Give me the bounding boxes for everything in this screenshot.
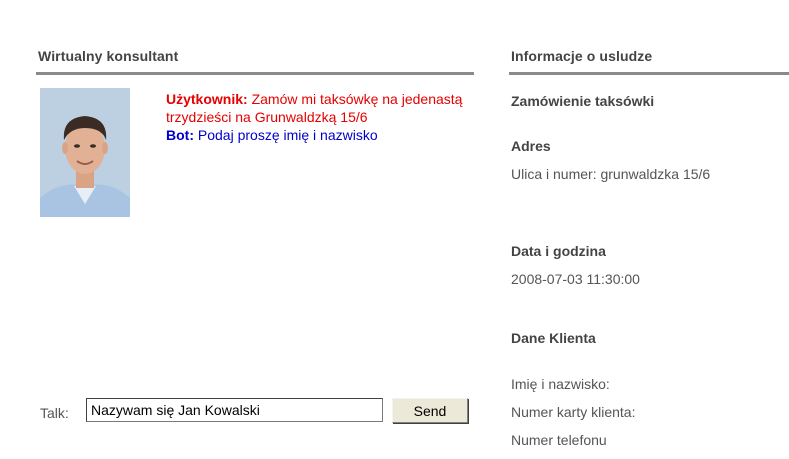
chat-bot-label: Bot: — [166, 127, 194, 143]
street-value: Ulica i numer: grunwaldzka 15/6 — [511, 166, 711, 182]
service-panel-title: Informacje o usludze — [511, 48, 653, 64]
talk-input[interactable] — [86, 398, 383, 422]
client-phone-field: Numer telefonu — [511, 432, 607, 448]
service-panel-divider — [509, 72, 789, 75]
datetime-heading: Data i godzina — [511, 243, 606, 259]
chat-log: Użytkownik: Zamów mi taksówkę na jedenas… — [166, 90, 476, 144]
consultant-avatar — [40, 88, 130, 217]
consultant-panel-title: Wirtualny konsultant — [38, 48, 179, 64]
chat-bot-text: Podaj proszę imię i nazwisko — [197, 127, 378, 143]
send-button[interactable]: Send — [392, 398, 468, 423]
client-name-field: Imię i nazwisko: — [511, 376, 610, 392]
chat-message-user: Użytkownik: Zamów mi taksówkę na jedenas… — [166, 90, 476, 126]
consultant-panel-divider — [36, 72, 474, 75]
datetime-value: 2008-07-03 11:30:00 — [511, 271, 640, 287]
talk-label: Talk: — [40, 405, 69, 421]
client-card-field: Numer karty klienta: — [511, 404, 636, 420]
client-heading: Dane Klienta — [511, 330, 596, 346]
chat-user-label: Użytkownik: — [166, 91, 248, 107]
avatar-photo-icon — [40, 88, 130, 217]
chat-message-bot: Bot: Podaj proszę imię i nazwisko — [166, 126, 476, 144]
service-heading: Zamówienie taksówki — [511, 93, 655, 109]
address-heading: Adres — [511, 138, 551, 154]
